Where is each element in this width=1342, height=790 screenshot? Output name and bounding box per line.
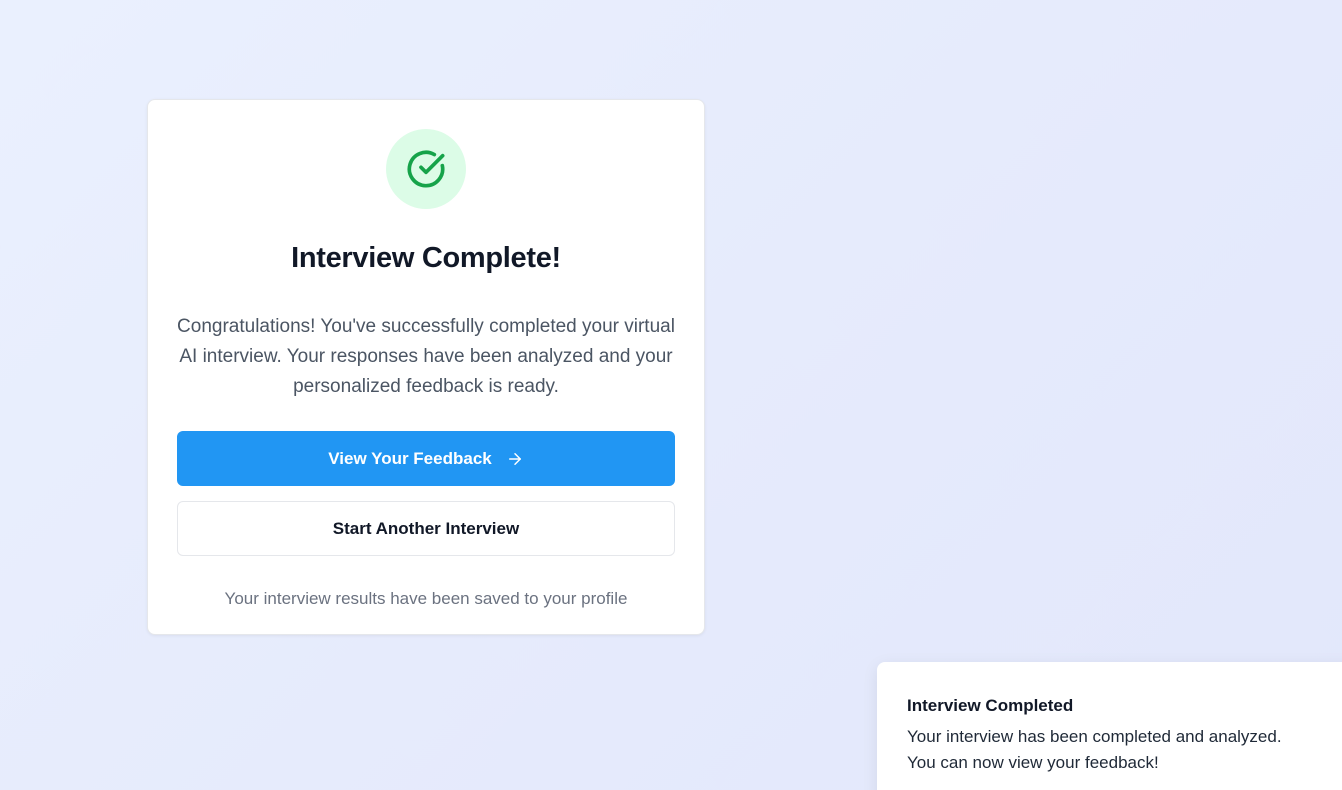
completion-card: Interview Complete! Congratulations! You… xyxy=(147,99,705,635)
toast-message: Your interview has been completed and an… xyxy=(907,727,1282,772)
start-another-interview-button[interactable]: Start Another Interview xyxy=(177,501,675,556)
view-feedback-label: View Your Feedback xyxy=(328,448,492,468)
toast-notification[interactable]: Interview Completed Your interview has b… xyxy=(877,662,1342,790)
completion-message: Congratulations! You've successfully com… xyxy=(177,316,675,397)
saved-note: Your interview results have been saved t… xyxy=(224,589,628,608)
start-another-interview-label: Start Another Interview xyxy=(332,518,520,538)
page-title: Interview Complete! xyxy=(291,242,561,274)
arrow-right-icon xyxy=(508,452,521,465)
check-circle-icon xyxy=(407,150,445,188)
toast-title: Interview Completed xyxy=(907,696,1074,715)
success-icon-badge xyxy=(386,129,466,209)
view-feedback-button[interactable]: View Your Feedback xyxy=(177,431,675,486)
